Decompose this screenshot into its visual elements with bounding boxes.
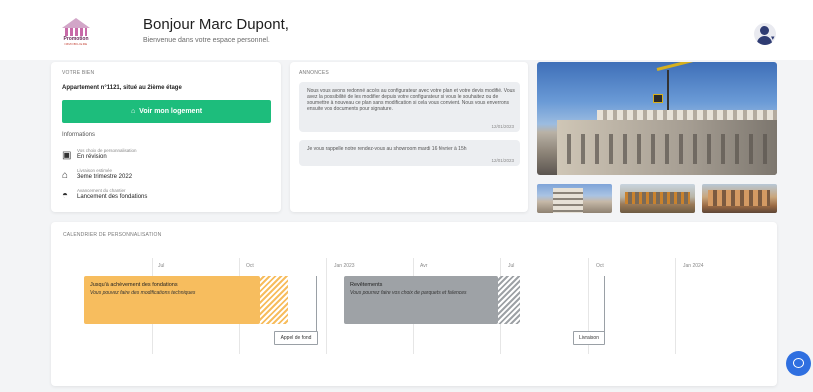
chevron-down-icon[interactable]: ▾: [771, 34, 775, 42]
timeline-gridline: [326, 258, 327, 354]
chat-bubble-icon: [793, 358, 804, 368]
phase-description: Vous pouvez faire des modifications tech…: [90, 290, 196, 296]
photo-crane-load: [653, 94, 663, 103]
home-icon: ⌂: [130, 108, 136, 115]
phase-fondations-hatch: [260, 276, 288, 324]
timeline-month: Oct: [246, 263, 254, 269]
construction-thumbnail[interactable]: [702, 184, 777, 213]
info-value: Lancement des fondations: [77, 194, 148, 200]
announcement-date: 12/01/2023: [491, 158, 514, 163]
livraison-marker[interactable]: Livraison: [573, 331, 605, 345]
info-label: Vos choix de personnalisation: [77, 148, 137, 153]
calendar-section-label: CALENDRIER DE PERSONNALISATION: [63, 232, 162, 238]
annonces-card: ANNONCES Nous vous avons redonné accès a…: [290, 62, 528, 212]
info-livraison: ⌂ Livraison estimée 3eme trimestre 2022: [62, 168, 272, 184]
timeline-month: Jul: [158, 263, 165, 269]
info-label: Livraison estimée: [77, 168, 113, 173]
photo-crane-cable: [667, 70, 669, 110]
logo-subtext: IMMOBILIERE: [64, 42, 88, 46]
photo-crane-jib: [656, 62, 772, 71]
phase-title: Jusqu'à achèvement des fondations: [90, 282, 178, 288]
bien-title: Appartement n°1121, situé au 2ième étage: [62, 85, 182, 91]
timeline-month: Jul: [508, 263, 515, 269]
construction-thumbnail[interactable]: [537, 184, 612, 213]
info-chantier: ◓ Avancement du chantier Lancement des f…: [62, 188, 272, 204]
bien-card: VOTRE BIEN Appartement n°1121, situé au …: [51, 62, 281, 212]
announcement-item: Nous vous avons redonné accès au configu…: [299, 82, 520, 132]
announcement-item: Je vous rappelle notre rendez-vous au sh…: [299, 140, 520, 166]
info-label: Avancement du chantier: [77, 188, 126, 193]
phase-revetements-hatch: [498, 276, 520, 324]
info-heading: Informations: [62, 132, 96, 138]
appel-de-fond-marker[interactable]: Appel de fond: [274, 331, 318, 345]
phase-title: Revêtements: [350, 282, 383, 288]
timeline-month: Jan 2023: [334, 263, 355, 269]
thumb-building: [708, 190, 770, 206]
avatar-head: [760, 26, 769, 35]
annonces-section-label: ANNONCES: [299, 70, 329, 76]
announcement-text: Je vous rappelle notre rendez-vous au sh…: [307, 146, 467, 152]
thumb-building: [553, 188, 583, 213]
cube-icon: ▣: [62, 150, 72, 161]
announcement-text: Nous vous avons redonné accès au configu…: [307, 88, 515, 112]
timeline-month: Avr: [420, 263, 428, 269]
phase-description: Vous pourrez faire vos choix de parquets…: [350, 290, 467, 296]
construction-photo-main[interactable]: [537, 62, 777, 175]
timeline-gridline: [675, 258, 676, 354]
construction-thumbnail[interactable]: [620, 184, 695, 213]
announcement-date: 12/01/2023: [491, 124, 514, 129]
thumb-building: [625, 192, 690, 204]
chat-button[interactable]: [786, 351, 811, 376]
logo-bars: [65, 28, 87, 36]
greeting-subtitle: Bienvenue dans votre espace personnel.: [143, 37, 270, 44]
photo-windows: [567, 134, 767, 164]
info-value: 3eme trimestre 2022: [77, 174, 133, 180]
timeline-month: Jan 2024: [683, 263, 704, 269]
greeting-title: Bonjour Marc Dupont,: [143, 16, 289, 33]
bien-section-label: VOTRE BIEN: [62, 70, 95, 76]
header: Promotion IMMOBILIERE Bonjour Marc Dupon…: [0, 0, 813, 60]
company-logo[interactable]: Promotion IMMOBILIERE: [58, 18, 94, 48]
hardhat-icon: ◓: [62, 190, 69, 201]
info-value: En révision: [77, 154, 107, 160]
phase-revetements[interactable]: Revêtements Vous pourrez faire vos choix…: [344, 276, 498, 324]
logo-roof: [62, 18, 90, 28]
phase-fondations[interactable]: Jusqu'à achèvement des fondations Vous p…: [84, 276, 260, 324]
avatar-body: [757, 36, 772, 45]
info-personnalisation: ▣ Vos choix de personnalisation En révis…: [62, 148, 272, 164]
voir-logement-button[interactable]: ⌂ Voir mon logement: [62, 100, 271, 123]
house-icon: ⌂: [62, 170, 69, 181]
timeline-month: Oct: [596, 263, 604, 269]
voir-logement-label: Voir mon logement: [139, 108, 203, 115]
